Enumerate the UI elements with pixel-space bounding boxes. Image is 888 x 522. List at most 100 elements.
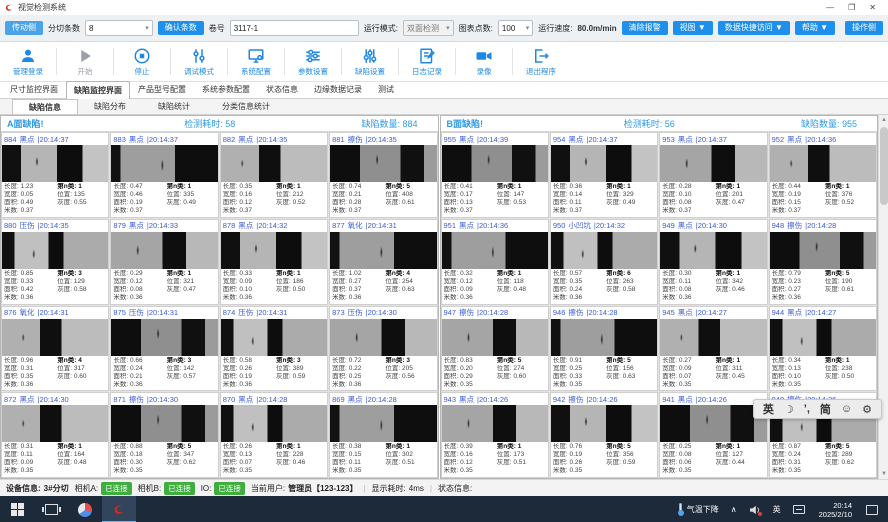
main-tab-1[interactable]: 尺寸监控界面	[2, 80, 66, 98]
toolbar-button-10[interactable]: 退出程序	[515, 42, 567, 81]
ime-punctuation-toggle[interactable]: ’,	[800, 403, 814, 415]
ime-fullwidth-toggle[interactable]: ☽	[780, 403, 798, 416]
defect-image[interactable]	[2, 405, 108, 442]
toolbar-button-1[interactable]: 管理登录	[2, 42, 54, 81]
defect-image[interactable]	[551, 319, 657, 356]
defect-cell[interactable]: 944 黑点 |20:14:27 长度: 0.34 宽度: 0.13 面积: 0…	[769, 306, 877, 392]
defect-image[interactable]	[660, 319, 766, 356]
defect-cell[interactable]: 877 氧化 |20:14:31 长度: 1.02 宽度: 0.27 面积: 0…	[329, 219, 437, 305]
defect-cell[interactable]: 874 压伤 |20:14:31 长度: 0.58 宽度: 0.26 面积: 0…	[220, 306, 328, 392]
defect-image[interactable]	[330, 319, 436, 356]
scroll-down-arrow[interactable]: ▼	[879, 469, 888, 479]
toolbar-button-7[interactable]: 缺陷设置	[344, 42, 396, 81]
toolbar-button-9[interactable]: 录像	[458, 42, 510, 81]
toolbar-button-2[interactable]: 开始	[59, 42, 111, 81]
defect-cell[interactable]: 880 压伤 |20:14:35 长度: 0.85 宽度: 0.33 面积: 0…	[1, 219, 109, 305]
toolbar-button-5[interactable]: 系统配置	[230, 42, 282, 81]
run-mode-select[interactable]: 双面检测 ▾	[403, 20, 454, 36]
defect-image[interactable]	[442, 232, 548, 269]
defect-image[interactable]	[660, 232, 766, 269]
roll-number-input[interactable]	[230, 20, 359, 36]
tray-expand-button[interactable]: ∧	[725, 496, 743, 522]
main-tab-4[interactable]: 系统参数配置	[194, 80, 258, 98]
ime-mode-tray-button[interactable]: 英	[767, 496, 787, 522]
defect-cell[interactable]: 873 压伤 |20:14:30 长度: 0.72 宽度: 0.22 面积: 0…	[329, 306, 437, 392]
defect-cell[interactable]: 945 黑点 |20:14:27 长度: 0.27 宽度: 0.09 面积: 0…	[659, 306, 767, 392]
defect-cell[interactable]: 869 黑点 |20:14:28 长度: 0.38 宽度: 0.15 面积: 0…	[329, 392, 437, 478]
chart-points-select[interactable]: 100 ▾	[498, 20, 533, 36]
defect-image[interactable]	[221, 319, 327, 356]
ime-emoji-button[interactable]: ☺	[837, 403, 856, 415]
defect-image[interactable]	[330, 405, 436, 442]
ime-settings-button[interactable]: ⚙	[858, 403, 876, 416]
defect-image[interactable]	[442, 319, 548, 356]
defect-cell[interactable]: 948 擦伤 |20:14:28 长度: 0.79 宽度: 0.23 面积: 0…	[769, 219, 877, 305]
defect-cell[interactable]: 955 黑点 |20:14:39 长度: 0.41 宽度: 0.17 面积: 0…	[441, 132, 549, 218]
defect-image[interactable]	[551, 405, 657, 442]
defect-cell[interactable]: 949 黑点 |20:14:30 长度: 0.30 宽度: 0.11 面积: 0…	[659, 219, 767, 305]
weather-tray-item[interactable]: 气温下降	[672, 496, 725, 522]
action-center-button[interactable]	[860, 496, 884, 522]
minimize-button[interactable]: —	[826, 3, 834, 12]
defect-image[interactable]	[111, 319, 217, 356]
defect-cell[interactable]: 953 黑点 |20:14:37 长度: 0.28 宽度: 0.10 面积: 0…	[659, 132, 767, 218]
defect-image[interactable]	[111, 145, 217, 182]
defect-cell[interactable]: 884 黑点 |20:14:37 长度: 1.23 宽度: 0.05 面积: 0…	[1, 132, 109, 218]
sub-tab-4[interactable]: 分类信息统计	[206, 99, 286, 114]
operate-side-button[interactable]: 操作侧	[845, 21, 883, 35]
defect-cell[interactable]: 871 擦伤 |20:14:30 长度: 0.88 宽度: 0.18 面积: 0…	[110, 392, 218, 478]
toolbar-button-6[interactable]: 参数设置	[287, 42, 339, 81]
defect-cell[interactable]: 879 黑点 |20:14:33 长度: 0.29 宽度: 0.12 面积: 0…	[110, 219, 218, 305]
defect-image[interactable]	[111, 405, 217, 442]
main-tab-7[interactable]: 测试	[370, 80, 402, 98]
main-tab-3[interactable]: 产品型号配置	[130, 80, 194, 98]
data-quick-access-button[interactable]: 数据快捷访问 ▼	[718, 21, 790, 35]
defect-image[interactable]	[2, 232, 108, 269]
defect-cell[interactable]: 881 擦伤 |20:14:35 长度: 0.74 宽度: 0.21 面积: 0…	[329, 132, 437, 218]
defect-cell[interactable]: 954 黑点 |20:14:37 长度: 0.36 宽度: 0.14 面积: 0…	[550, 132, 658, 218]
toolbar-button-3[interactable]: 停止	[116, 42, 168, 81]
task-view-button[interactable]	[34, 496, 68, 522]
vertical-scrollbar[interactable]: ▲ ▼	[878, 115, 888, 479]
clear-alarm-button[interactable]: 清除报警	[622, 21, 668, 35]
defect-image[interactable]	[551, 145, 657, 182]
close-button[interactable]: ✕	[869, 3, 876, 12]
scroll-up-arrow[interactable]: ▲	[879, 115, 888, 125]
defect-image[interactable]	[770, 319, 876, 356]
defect-image[interactable]	[2, 319, 108, 356]
drive-side-button[interactable]: 传动侧	[5, 21, 43, 35]
taskbar-app-vision-system[interactable]	[102, 496, 136, 522]
defect-image[interactable]	[442, 405, 548, 442]
defect-cell[interactable]: 952 黑点 |20:14:36 长度: 0.44 宽度: 0.19 面积: 0…	[769, 132, 877, 218]
defect-cell[interactable]: 882 黑点 |20:14:35 长度: 0.35 宽度: 0.16 面积: 0…	[220, 132, 328, 218]
start-button[interactable]	[0, 496, 34, 522]
taskbar-app-media[interactable]	[68, 496, 102, 522]
defect-cell[interactable]: 942 擦伤 |20:14:26 长度: 0.76 宽度: 0.19 面积: 0…	[550, 392, 658, 478]
scrollbar-thumb[interactable]	[880, 127, 888, 205]
defect-cell[interactable]: 876 氧化 |20:14:31 长度: 0.96 宽度: 0.31 面积: 0…	[1, 306, 109, 392]
maximize-button[interactable]: ❐	[848, 3, 855, 12]
confirm-count-button[interactable]: 确认条数	[158, 21, 204, 35]
slit-count-select[interactable]: 8 ▾	[85, 20, 153, 36]
defect-cell[interactable]: 947 擦伤 |20:14:28 长度: 0.83 宽度: 0.20 面积: 0…	[441, 306, 549, 392]
defect-image[interactable]	[2, 145, 108, 182]
defect-cell[interactable]: 950 小凹坑 |20:14:32 长度: 0.57 宽度: 0.35 面积: …	[550, 219, 658, 305]
touch-keyboard-tray-button[interactable]	[787, 496, 811, 522]
defect-image[interactable]	[221, 405, 327, 442]
volume-tray-button[interactable]	[743, 496, 767, 522]
defect-image[interactable]	[660, 145, 766, 182]
defect-image[interactable]	[660, 405, 766, 442]
main-tab-5[interactable]: 状态信息	[258, 80, 306, 98]
defect-cell[interactable]: 951 黑点 |20:14:36 长度: 0.32 宽度: 0.12 面积: 0…	[441, 219, 549, 305]
taskbar-clock[interactable]: 20:14 2025/2/10	[811, 496, 860, 522]
defect-image[interactable]	[221, 145, 327, 182]
defect-cell[interactable]: 883 黑点 |20:14:37 长度: 0.47 宽度: 0.46 面积: 0…	[110, 132, 218, 218]
defect-cell[interactable]: 946 擦伤 |20:14:28 长度: 0.91 宽度: 0.25 面积: 0…	[550, 306, 658, 392]
defect-image[interactable]	[330, 232, 436, 269]
view-menu-button[interactable]: 视图 ▼	[673, 21, 713, 35]
defect-image[interactable]	[770, 145, 876, 182]
defect-image[interactable]	[770, 232, 876, 269]
toolbar-button-8[interactable]: 日志记录	[401, 42, 453, 81]
defect-cell[interactable]: 878 黑点 |20:14:32 长度: 0.33 宽度: 0.09 面积: 0…	[220, 219, 328, 305]
defect-image[interactable]	[330, 145, 436, 182]
